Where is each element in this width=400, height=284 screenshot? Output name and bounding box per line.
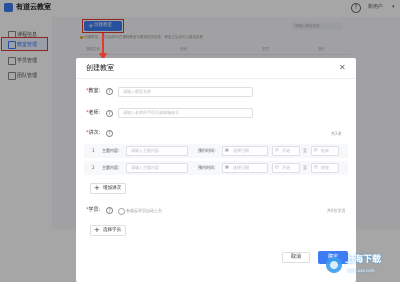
- clock-icon: ◷: [314, 164, 318, 169]
- teacher-label: *老师：: [86, 110, 104, 116]
- clock-icon: ◷: [275, 164, 279, 169]
- topic-input[interactable]: 请输入主题内容: [126, 146, 188, 156]
- auto-stage-radio[interactable]: [118, 208, 125, 215]
- lesson-index: 2: [92, 165, 95, 170]
- plus-icon: +: [94, 226, 100, 234]
- divider: [76, 78, 356, 79]
- range-separator: 至: [303, 148, 307, 153]
- clock-icon: ◷: [275, 147, 279, 152]
- help-icon[interactable]: ?: [106, 88, 113, 95]
- topic-label: 主题内容：: [102, 148, 122, 153]
- time-label: 预约时间：: [198, 148, 218, 153]
- lessons-count: 共2讲: [331, 131, 342, 136]
- lesson-index: 1: [92, 148, 95, 153]
- students-count: 共0位学员: [327, 208, 346, 213]
- classroom-name-input[interactable]: 请输入教室名称: [118, 87, 253, 97]
- classroom-label: *教室：: [86, 88, 104, 94]
- watermark-logo: 上海下载 www.xxx.com: [325, 252, 398, 280]
- watermark-url: www.xxx.com: [347, 268, 375, 273]
- range-separator: 至: [303, 165, 307, 170]
- lessons-label: *讲次：: [86, 130, 104, 136]
- calendar-icon: ▦: [225, 164, 229, 169]
- help-icon[interactable]: ?: [106, 110, 113, 117]
- annotation-arrow: [102, 33, 104, 55]
- teacher-input[interactable]: 请输入老师的手机号或邮箱账号: [118, 108, 253, 118]
- topic-label: 主题内容：: [102, 165, 122, 170]
- calendar-icon: ▦: [225, 147, 229, 152]
- cancel-button[interactable]: 取消: [282, 252, 310, 263]
- dialog-title: 创建教室: [86, 64, 114, 72]
- time-label: 预约时间：: [198, 165, 218, 170]
- watermark-text: 上海下载: [345, 255, 382, 265]
- clock-icon: ◷: [314, 147, 318, 152]
- plus-icon: +: [94, 184, 100, 192]
- help-icon[interactable]: ?: [106, 207, 113, 214]
- close-icon[interactable]: ✕: [339, 64, 346, 72]
- topic-input[interactable]: 请输入主题内容: [126, 163, 188, 173]
- students-label: *学员：: [86, 207, 104, 213]
- help-icon[interactable]: ?: [106, 130, 113, 137]
- auto-stage-label: 有道云学员自动上台: [126, 208, 162, 213]
